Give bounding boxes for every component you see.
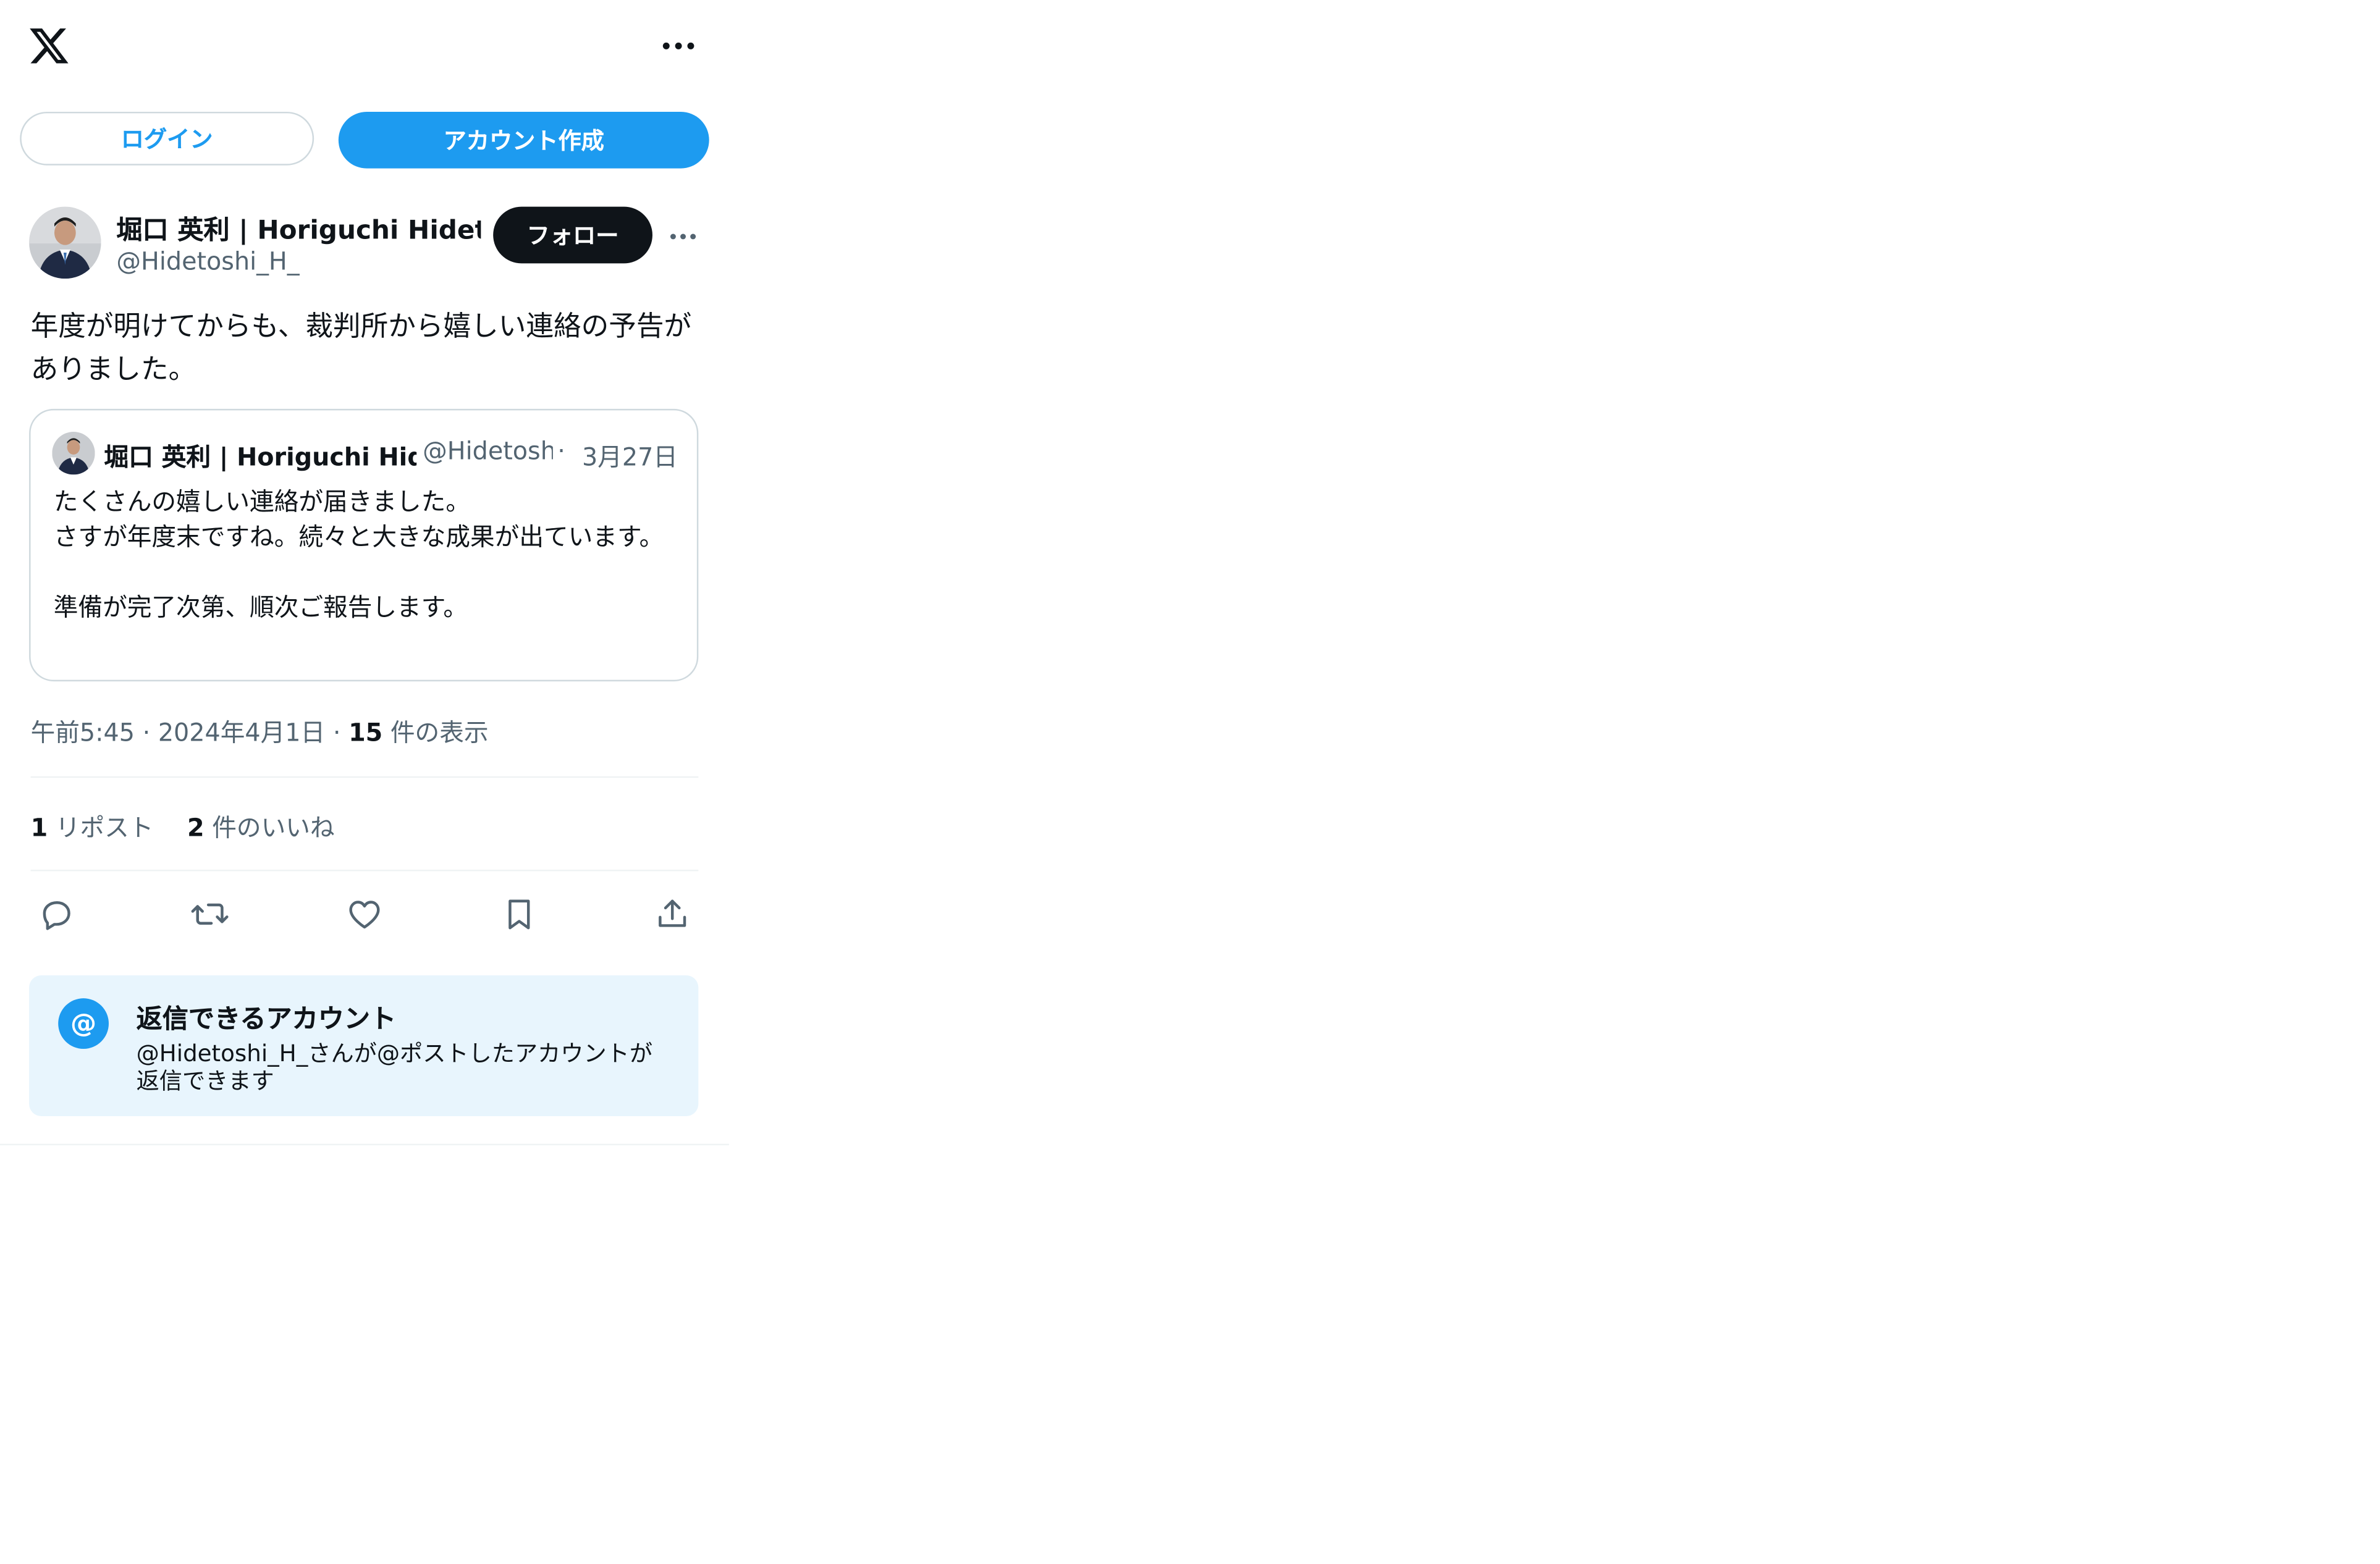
- repost-icon[interactable]: [187, 891, 232, 937]
- quote-date: 3月27日: [581, 442, 678, 472]
- likes-label: 件のいいね: [212, 813, 335, 843]
- meta-separator: ·: [332, 718, 349, 747]
- likes-count: 2: [187, 813, 205, 843]
- quote-author-name: 堀口 英利 | Horiguchi Hidetoshi: [104, 442, 417, 472]
- quote-author-handle: @Hidetoshi_H_: [423, 436, 553, 466]
- at-icon: @: [58, 998, 109, 1049]
- reply-settings-box: @ 返信できるアカウント @Hidetoshi_H_さんが@ポストしたアカウント…: [29, 975, 699, 1117]
- divider: [0, 1143, 729, 1146]
- reposts-stat[interactable]: 1 リポスト: [31, 813, 154, 842]
- tweet-page: ログイン アカウント作成 堀口 英利 | Horiguchi Hidetoshi…: [0, 0, 2380, 1563]
- tweet-stats: 1 リポスト 2 件のいいね: [31, 807, 335, 843]
- reply-settings-title: 返信できるアカウント: [136, 1004, 397, 1035]
- quote-avatar: [52, 432, 95, 475]
- views-count: 15: [348, 718, 383, 747]
- meta-separator: ·: [142, 718, 158, 747]
- more-horizontal-icon[interactable]: [659, 28, 698, 64]
- x-logo-icon[interactable]: [28, 25, 70, 67]
- reply-icon[interactable]: [34, 891, 80, 937]
- author-name[interactable]: 堀口 英利 | Horiguchi Hidetoshi: [116, 208, 481, 247]
- divider: [30, 776, 699, 778]
- quoted-tweet[interactable]: 堀口 英利 | Horiguchi Hidetoshi @Hidetoshi_H…: [29, 408, 699, 682]
- bookmark-icon[interactable]: [496, 891, 542, 937]
- divider: [30, 869, 699, 872]
- share-icon[interactable]: [649, 891, 695, 937]
- top-bar: [0, 0, 729, 95]
- login-button[interactable]: ログイン: [20, 111, 314, 166]
- tweet-date[interactable]: 2024年4月1日: [158, 718, 325, 747]
- more-options-icon[interactable]: [665, 217, 701, 254]
- heart-icon[interactable]: [342, 891, 387, 937]
- tweet-time[interactable]: 午前5:45: [31, 718, 135, 747]
- quote-separator: ·: [557, 436, 565, 466]
- reposts-label: リポスト: [55, 813, 154, 843]
- create-account-button[interactable]: アカウント作成: [338, 111, 709, 169]
- avatar[interactable]: [29, 206, 101, 279]
- reposts-count: 1: [30, 813, 48, 843]
- reply-settings-description: @Hidetoshi_H_さんが@ポストしたアカウントが返信できます: [136, 1040, 653, 1095]
- tweet-meta: 午前5:45 · 2024年4月1日 · 15 件の表示: [31, 712, 489, 749]
- tweet-text: 年度が明けてからも、裁判所から嬉しい連絡の予告がありました。: [30, 311, 692, 386]
- follow-button[interactable]: フォロー: [493, 206, 652, 264]
- author-handle[interactable]: @Hidetoshi_H_: [116, 246, 299, 275]
- quote-text: たくさんの嬉しい連絡が届きました。 さすが年度末ですね。続々と大きな成果が出てい…: [53, 487, 664, 622]
- likes-stat[interactable]: 2 件のいいね: [187, 813, 335, 842]
- views-label: 件の表示: [390, 718, 489, 747]
